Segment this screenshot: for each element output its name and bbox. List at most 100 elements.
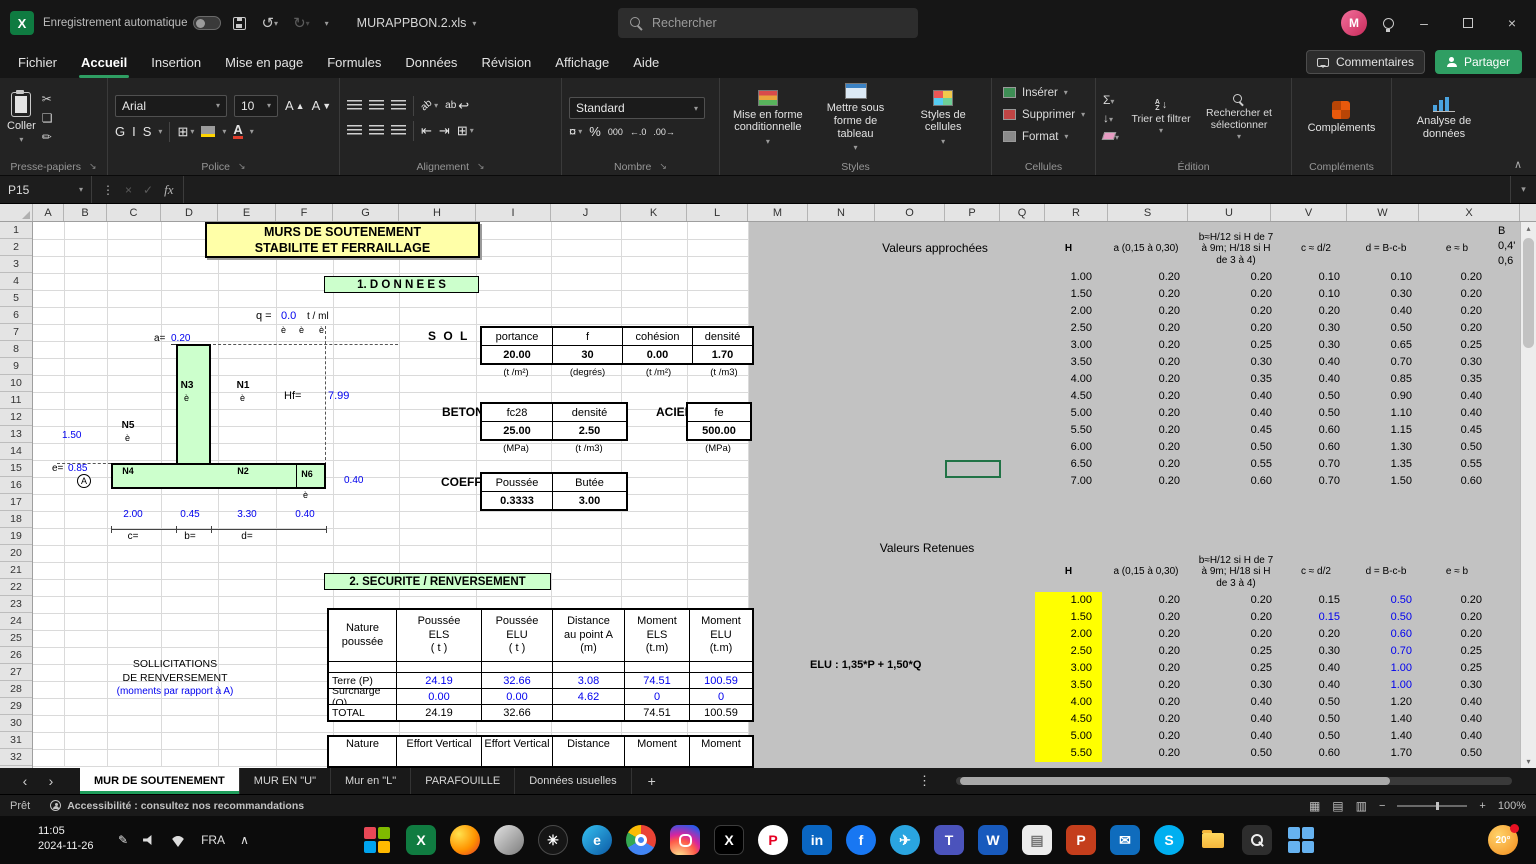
cell[interactable]: 0.50	[1422, 745, 1492, 762]
align-top-icon[interactable]	[347, 100, 362, 111]
copilot-icon[interactable]	[494, 825, 524, 855]
shrink-font-icon[interactable]: A▼	[312, 98, 332, 113]
number-format-select[interactable]: Standard▾	[569, 97, 705, 119]
clear-icon[interactable]: ▾	[1103, 129, 1119, 143]
cell[interactable]: Moment	[625, 737, 690, 768]
cell[interactable]: 0.20	[1102, 677, 1190, 694]
document-title[interactable]: MURAPPBON.2.xls▾	[357, 16, 477, 30]
cell[interactable]: 0.45	[1190, 422, 1282, 439]
dialog-launcher-icon[interactable]: ↘	[477, 161, 485, 172]
speaker-icon[interactable]	[143, 835, 155, 845]
column-header-Q[interactable]: Q	[1000, 204, 1045, 221]
cell[interactable]	[625, 662, 690, 672]
excel-icon[interactable]: X	[406, 825, 436, 855]
row-header-20[interactable]: 20	[0, 545, 32, 562]
format-as-table-button[interactable]: Mettre sous forme de tableau▾	[815, 83, 897, 152]
row-header-9[interactable]: 9	[0, 358, 32, 375]
row-header-13[interactable]: 13	[0, 426, 32, 443]
cell[interactable]: 0.20	[1102, 660, 1190, 677]
share-button[interactable]: Partager	[1435, 50, 1522, 74]
cell[interactable]: 1.20	[1350, 694, 1422, 711]
cell[interactable]: 0.20	[1422, 303, 1492, 320]
cell[interactable]: Terre (P)	[329, 673, 397, 688]
bottom-dim[interactable]: 0.40	[285, 509, 325, 520]
cell[interactable]: fc28	[482, 404, 553, 421]
enter-icon[interactable]: ✓	[143, 183, 153, 197]
cell[interactable]: 0.00	[482, 689, 553, 704]
cell[interactable]: 0.40	[1422, 694, 1492, 711]
cell[interactable]: 0.40	[1190, 388, 1282, 405]
cell[interactable]: 0.15	[1282, 592, 1350, 609]
cell[interactable]: 0.20	[1102, 728, 1190, 745]
column-header-P[interactable]: P	[945, 204, 1000, 221]
column-header-D[interactable]: D	[161, 204, 218, 221]
linkedin-icon[interactable]: in	[802, 825, 832, 855]
cell[interactable]: 0.20	[1282, 626, 1350, 643]
cell[interactable]: 6.50	[1035, 456, 1102, 473]
column-header-F[interactable]: F	[276, 204, 333, 221]
cell[interactable]: 0.40	[1422, 405, 1492, 422]
cell[interactable]: 0.20	[1190, 320, 1282, 337]
cell[interactable]: 0.30	[1350, 286, 1422, 303]
autosave-toggle[interactable]	[193, 16, 221, 30]
cell[interactable]: 0.50	[1190, 439, 1282, 456]
tray-expand-icon[interactable]: ∧	[240, 833, 249, 847]
menu-tab-r-vision[interactable]: Révision	[469, 46, 543, 78]
zoom-slider[interactable]	[1397, 805, 1467, 807]
cell[interactable]	[482, 662, 553, 672]
cell[interactable]: densité	[553, 404, 626, 421]
menu-tab-donn-es[interactable]: Données	[393, 46, 469, 78]
cell[interactable]: 0.55	[1190, 456, 1282, 473]
scroll-down-icon[interactable]: ▾	[1521, 757, 1536, 766]
sheet-tab-parafouille[interactable]: PARAFOUILLE	[411, 768, 515, 794]
cell[interactable]: 5.50	[1035, 745, 1102, 762]
cell[interactable]: 24.19	[397, 705, 482, 720]
cell[interactable]: 0.10	[1350, 269, 1422, 286]
cell[interactable]: 0.40	[1422, 388, 1492, 405]
edge-icon[interactable]: e	[582, 825, 612, 855]
cell[interactable]: 0.40	[1190, 694, 1282, 711]
cell[interactable]: 0.60	[1350, 626, 1422, 643]
cell[interactable]: 100.59	[690, 673, 752, 688]
cell[interactable]: 0.40	[1282, 371, 1350, 388]
row-header-8[interactable]: 8	[0, 341, 32, 358]
column-header-K[interactable]: K	[621, 204, 687, 221]
cell[interactable]: 1.30	[1350, 439, 1422, 456]
cell[interactable]: 0.30	[1282, 320, 1350, 337]
column-header-O[interactable]: O	[875, 204, 945, 221]
format-painter-icon[interactable]: ✏	[42, 130, 53, 144]
firefox-icon[interactable]	[450, 825, 480, 855]
cell[interactable]: 3.00	[1035, 660, 1102, 677]
cell[interactable]: 0.20	[1102, 439, 1190, 456]
column-header-J[interactable]: J	[551, 204, 621, 221]
cell[interactable]: 0.35	[1422, 371, 1492, 388]
delete-cells-button[interactable]: Supprimer▾	[999, 104, 1089, 125]
cell[interactable]: fe	[688, 404, 750, 421]
cell[interactable]: 4.50	[1035, 711, 1102, 728]
cell[interactable]: 0.20	[1102, 354, 1190, 371]
cell[interactable]: 0.40	[1282, 354, 1350, 371]
cell[interactable]: 32.66	[482, 705, 553, 720]
redo-icon[interactable]: ↻▾	[290, 10, 313, 36]
fill-color-icon[interactable]	[201, 126, 215, 137]
borders-icon[interactable]: ⊞▾	[177, 124, 194, 140]
cell[interactable]: 1.70	[1350, 745, 1422, 762]
font-color-icon[interactable]: A	[233, 124, 242, 139]
cell[interactable]: 25.00	[482, 422, 553, 439]
cell[interactable]: 0.20	[1102, 456, 1190, 473]
cell[interactable]: 0.60	[1422, 473, 1492, 490]
find-select-button[interactable]: Rechercher et sélectionner▾	[1203, 94, 1275, 142]
file-explorer-icon[interactable]	[1198, 825, 1228, 855]
cell[interactable]: 0.30	[1190, 677, 1282, 694]
widgets-icon[interactable]	[362, 825, 392, 855]
cell[interactable]: 4.00	[1035, 371, 1102, 388]
powerpoint-icon[interactable]: P	[1066, 825, 1096, 855]
cell-styles-button[interactable]: Styles de cellules▾	[902, 90, 984, 146]
column-header-X[interactable]: X	[1419, 204, 1520, 221]
cell[interactable]: 0.20	[1102, 711, 1190, 728]
cell[interactable]: 32.66	[482, 673, 553, 688]
bottom-dim[interactable]: 3.30	[227, 509, 267, 520]
cell[interactable]: 0.50	[1350, 609, 1422, 626]
menu-tab-fichier[interactable]: Fichier	[6, 46, 69, 78]
cell[interactable]: 3.08	[553, 673, 625, 688]
